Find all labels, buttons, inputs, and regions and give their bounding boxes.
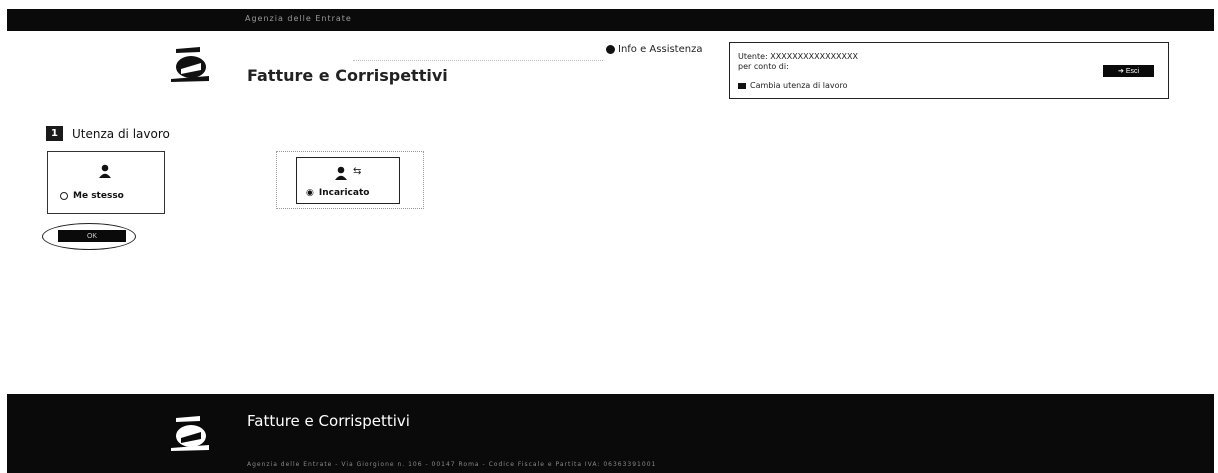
step-header: 1 Utenza di lavoro bbox=[46, 126, 170, 141]
footer: Fatture e Corrispettivi Agenzia delle En… bbox=[7, 394, 1214, 473]
person-icon bbox=[335, 166, 347, 180]
info-icon bbox=[606, 45, 615, 54]
user-id: Utente: XXXXXXXXXXXXXXXX bbox=[738, 52, 858, 61]
top-bar: Agenzia delle Entrate bbox=[7, 9, 1214, 31]
swap-icon: ⇆ bbox=[353, 166, 362, 177]
change-workspace-label: Cambia utenza di lavoro bbox=[750, 81, 848, 90]
option-me-stesso-label: Me stesso bbox=[73, 191, 124, 201]
footer-title: Fatture e Corrispettivi bbox=[247, 412, 410, 430]
agenzia-logo-icon bbox=[167, 412, 213, 452]
on-behalf-label: per conto di: bbox=[738, 62, 789, 71]
step-number: 1 bbox=[46, 126, 63, 141]
agency-name: Agenzia delle Entrate bbox=[245, 14, 352, 23]
ok-button[interactable]: OK bbox=[58, 230, 126, 242]
radio-me-stesso[interactable] bbox=[60, 192, 68, 200]
exit-button[interactable]: ➔ Esci bbox=[1103, 65, 1154, 77]
app-title: Fatture e Corrispettivi bbox=[247, 66, 448, 85]
exit-icon: ➔ bbox=[1117, 68, 1124, 75]
info-link[interactable]: Info e Assistenza bbox=[606, 44, 702, 55]
folder-icon bbox=[738, 82, 746, 89]
user-panel: Utente: XXXXXXXXXXXXXXXX per conto di: C… bbox=[729, 42, 1169, 99]
info-link-label: Info e Assistenza bbox=[618, 44, 703, 55]
exit-label: Esci bbox=[1125, 67, 1140, 75]
option-me-stesso[interactable]: Me stesso bbox=[47, 151, 165, 214]
step-label: Utenza di lavoro bbox=[72, 126, 170, 141]
agenzia-logo-icon bbox=[167, 43, 213, 83]
radio-incaricato[interactable]: ◉ bbox=[306, 188, 314, 198]
option-incaricato-label: Incaricato bbox=[318, 188, 370, 198]
change-workspace-link[interactable]: Cambia utenza di lavoro bbox=[738, 81, 847, 90]
footer-legal-text: Agenzia delle Entrate - Via Giorgione n.… bbox=[247, 461, 657, 468]
option-incaricato[interactable]: ⇆ ◉ Incaricato bbox=[296, 157, 400, 204]
person-icon bbox=[99, 164, 111, 178]
dotted-divider bbox=[353, 60, 603, 62]
